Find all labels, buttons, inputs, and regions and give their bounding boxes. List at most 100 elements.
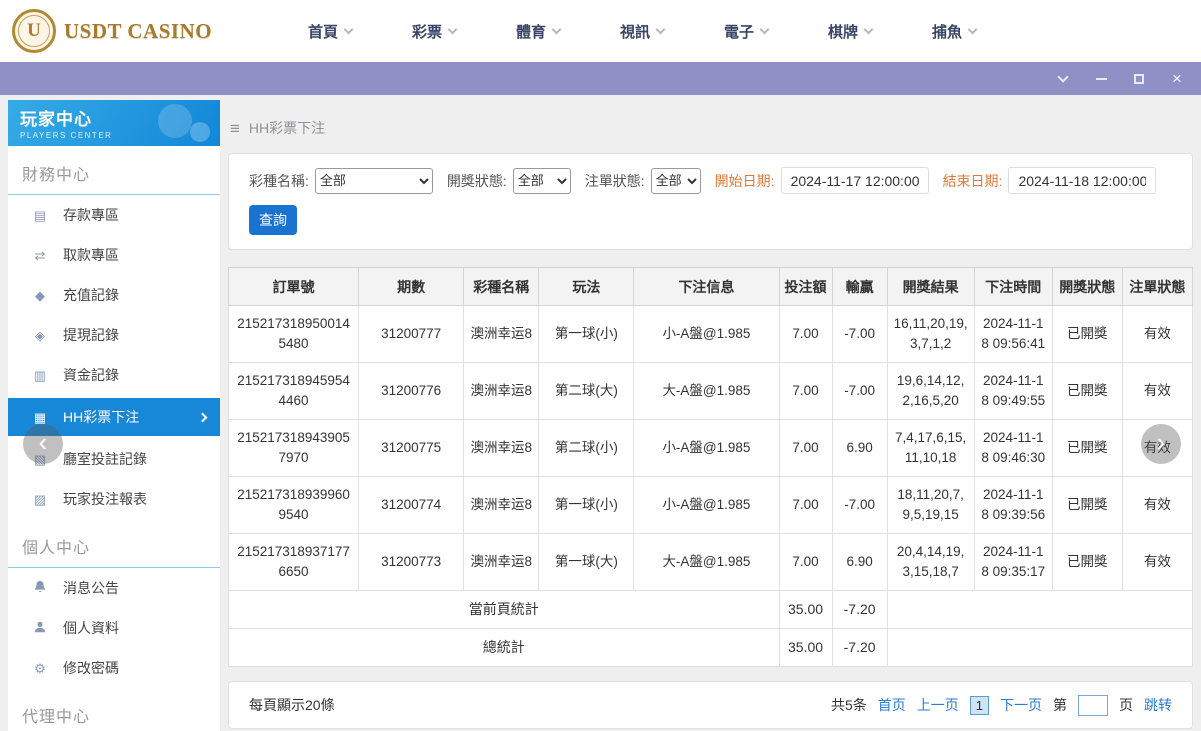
sidebar-item-cashout-records[interactable]: ◈ 提現記錄 — [8, 315, 220, 355]
withdraw-icon: ⇄ — [34, 247, 46, 263]
chevron-down-icon — [863, 24, 874, 34]
column-header: 開獎結果 — [886, 267, 975, 306]
recharge-icon: ◆ — [35, 287, 45, 303]
page-number-input[interactable] — [1078, 694, 1108, 716]
table-cell: 已開獎 — [1051, 305, 1123, 363]
close-icon: × — [1172, 69, 1182, 88]
search-button[interactable]: 查詢 — [249, 205, 297, 235]
table-cell: 2152173189459544460 — [227, 362, 360, 420]
table-cell: 31200776 — [358, 362, 465, 420]
table-cell: 小-A盤@1.985 — [633, 419, 780, 477]
user-icon — [32, 620, 48, 636]
lottery-icon: ▦ — [33, 409, 47, 425]
maximize-icon — [1134, 73, 1144, 84]
table-cell: 已開獎 — [1051, 362, 1123, 420]
table-cell: 2024-11-18 09:49:55 — [973, 362, 1053, 420]
current-page-summary-row: 當前頁統計 35.00 -7.20 — [228, 590, 1194, 629]
column-header: 注單狀態 — [1121, 267, 1194, 306]
table-cell: 大-A盤@1.985 — [633, 533, 780, 591]
column-header: 玩法 — [538, 267, 635, 306]
nav-item-sports[interactable]: 體育 — [486, 21, 590, 42]
nav-item-lottery[interactable]: 彩票 — [382, 21, 486, 42]
table-cell: 2152173189371776650 — [227, 533, 360, 591]
next-page-link[interactable]: 下一页 — [1000, 695, 1042, 715]
sidebar-item-messages[interactable]: 消息公告 — [8, 568, 220, 608]
nav-item-home[interactable]: 首頁 — [278, 21, 382, 42]
hamburger-icon[interactable]: ≡ — [230, 120, 240, 137]
table-cell: 第一球(小) — [538, 305, 635, 363]
table-cell: 2024-11-18 09:39:56 — [973, 476, 1053, 534]
sidebar-item-recharge-records[interactable]: ◆ 充值記錄 — [8, 275, 220, 315]
minimize-window-button[interactable] — [1093, 71, 1109, 87]
lottery-type-select[interactable]: 全部 — [314, 167, 433, 194]
draw-status-select[interactable]: 全部 — [512, 167, 571, 194]
summary-label: 當前頁統計 — [228, 590, 780, 629]
table-cell: 7.00 — [778, 419, 833, 477]
maximize-window-button[interactable] — [1131, 71, 1147, 87]
carousel-prev-button[interactable]: ‹ — [23, 424, 63, 464]
first-page-link[interactable]: 首页 — [878, 695, 906, 715]
table-cell: -7.00 — [831, 305, 888, 363]
prev-page-link[interactable]: 上一页 — [917, 695, 959, 715]
jump-link[interactable]: 跳转 — [1144, 695, 1172, 715]
site-logo[interactable]: U USDT CASINO — [12, 9, 250, 53]
sidebar-item-profile[interactable]: 個人資料 — [8, 608, 220, 648]
minimize-icon — [1095, 77, 1107, 80]
section-agent-center: 代理中心 — [8, 688, 220, 731]
collapse-window-button[interactable] — [1055, 70, 1071, 87]
table-cell: 已開獎 — [1051, 419, 1123, 477]
table-row: 2152173189371776650 31200773 澳洲幸运8 第一球(大… — [227, 533, 1194, 591]
table-cell: 16,11,20,19,3,7,1,2 — [886, 305, 975, 363]
column-header: 下注信息 — [633, 267, 780, 306]
table-cell: 31200777 — [358, 305, 465, 363]
table-cell: 有效 — [1121, 476, 1194, 534]
nav-item-live[interactable]: 視訊 — [590, 21, 694, 42]
column-header: 期數 — [358, 267, 465, 306]
sidebar-item-fund-records[interactable]: ▥ 資金記錄 — [8, 355, 220, 395]
page-label-prefix: 第 — [1053, 697, 1067, 713]
section-personal-center: 個人中心 — [8, 519, 220, 568]
end-date-input[interactable] — [1008, 167, 1157, 194]
bet-status-select[interactable]: 全部 — [650, 167, 701, 194]
chevron-down-icon — [447, 24, 458, 34]
column-header: 開獎狀態 — [1051, 267, 1123, 306]
column-header: 投注額 — [778, 267, 833, 306]
logo-emblem-icon: U — [12, 9, 56, 53]
nav-item-slots[interactable]: 電子 — [694, 21, 798, 42]
column-header: 彩種名稱 — [463, 267, 540, 306]
sidebar-item-player-bet-report[interactable]: ▨ 玩家投注報表 — [8, 479, 220, 519]
table-cell: 19,6,14,12,2,16,5,20 — [886, 362, 975, 420]
carousel-next-button[interactable]: › — [1141, 424, 1181, 464]
start-date-input[interactable] — [780, 167, 929, 194]
table-cell: 澳洲幸运8 — [463, 533, 540, 591]
table-cell: 澳洲幸运8 — [463, 476, 540, 534]
cashout-icon: ◈ — [35, 327, 45, 343]
table-cell: -7.00 — [831, 476, 888, 534]
sidebar-item-change-password[interactable]: ⚙ 修改密碼 — [8, 648, 220, 688]
nav-item-fishing[interactable]: 捕魚 — [902, 21, 1006, 42]
summary-bet-total: 35.00 — [778, 628, 833, 667]
bell-icon — [32, 580, 48, 596]
sidebar-item-withdraw[interactable]: ⇄ 取款專區 — [8, 235, 220, 275]
table-cell: 2152173189399609540 — [227, 476, 360, 534]
bet-status-label: 注單狀態: — [584, 172, 645, 189]
table-cell: 2024-11-18 09:46:30 — [973, 419, 1053, 477]
chevron-down-icon — [551, 24, 562, 34]
sidebar: 玩家中心 PLAYERS CENTER 財務中心 ▤ 存款專區 ⇄ 取款專區 ◆… — [8, 100, 220, 731]
table-cell: 已開獎 — [1051, 533, 1123, 591]
table-cell: 第二球(小) — [538, 419, 635, 477]
summary-empty-cell — [886, 590, 1194, 629]
nav-item-cards[interactable]: 棋牌 — [798, 21, 902, 42]
table-cell: 澳洲幸运8 — [463, 305, 540, 363]
close-window-button[interactable]: × — [1169, 69, 1185, 88]
table-cell: 31200775 — [358, 419, 465, 477]
table-cell: 有效 — [1121, 362, 1194, 420]
sidebar-item-deposit[interactable]: ▤ 存款專區 — [8, 195, 220, 235]
chevron-down-icon — [1057, 70, 1069, 83]
summary-label: 總統計 — [228, 628, 780, 667]
table-cell: 有效 — [1121, 305, 1194, 363]
chevron-left-icon: ‹ — [38, 426, 48, 457]
window-title-bar: × — [0, 62, 1201, 95]
grand-total-summary-row: 總統計 35.00 -7.20 — [228, 628, 1194, 667]
current-page-number[interactable]: 1 — [969, 695, 989, 715]
